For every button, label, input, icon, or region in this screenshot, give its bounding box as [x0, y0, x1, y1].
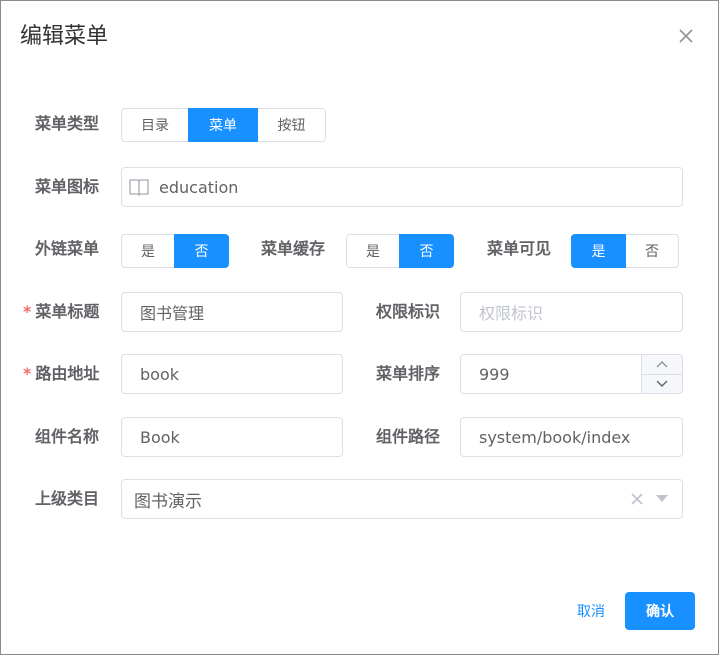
menu-title-input[interactable]: 图书管理 — [121, 292, 343, 332]
external-link-label: 外链菜单 — [35, 239, 100, 258]
required-mark: * — [23, 364, 32, 383]
dialog-title: 编辑菜单 — [20, 24, 109, 49]
menu-cache-yes[interactable]: 是 — [346, 234, 400, 268]
sort-label: 菜单排序 — [376, 364, 441, 383]
menu-title-value: 图书管理 — [140, 304, 205, 323]
confirm-button[interactable]: 确认 — [625, 592, 695, 630]
menu-visible-yes[interactable]: 是 — [571, 234, 626, 268]
menu-icon-input[interactable]: education — [121, 167, 683, 207]
required-mark: * — [23, 302, 32, 321]
component-path-value: system/book/index — [479, 427, 631, 447]
close-icon[interactable] — [673, 23, 699, 49]
permission-label: 权限标识 — [376, 302, 441, 321]
menu-title-label: * 菜单标题 — [23, 302, 100, 321]
caret-down-icon[interactable] — [656, 495, 668, 503]
component-name-input[interactable]: Book — [121, 417, 343, 457]
chevron-up-icon — [656, 361, 668, 368]
sort-stepper — [641, 355, 682, 393]
book-icon — [128, 177, 150, 197]
menu-type-option-directory[interactable]: 目录 — [121, 108, 189, 142]
route-path-label: * 路由地址 — [23, 364, 100, 383]
component-name-label: 组件名称 — [35, 427, 100, 446]
route-path-input[interactable]: book — [121, 354, 343, 394]
menu-visible-label: 菜单可见 — [487, 239, 552, 258]
external-link-toggle: 是 否 — [121, 234, 229, 268]
menu-icon-value: education — [159, 177, 239, 197]
menu-icon-label: 菜单图标 — [35, 177, 100, 196]
parent-tree-select[interactable]: 图书演示 — [121, 479, 683, 519]
decrease-button[interactable] — [642, 373, 682, 394]
permission-input[interactable]: 权限标识 — [460, 292, 683, 332]
menu-visible-no[interactable]: 否 — [625, 234, 679, 268]
menu-type-label: 菜单类型 — [35, 114, 100, 133]
menu-type-option-button[interactable]: 按钮 — [257, 108, 326, 142]
component-path-label: 组件路径 — [376, 427, 441, 446]
increase-button[interactable] — [642, 355, 682, 374]
component-path-input[interactable]: system/book/index — [460, 417, 683, 457]
parent-label: 上级类目 — [35, 489, 100, 508]
edit-menu-dialog: 编辑菜单 菜单类型 目录 菜单 按钮 菜单图标 education 外链菜单 是… — [0, 0, 719, 655]
parent-value: 图书演示 — [134, 491, 202, 512]
route-path-value: book — [140, 364, 179, 384]
cancel-button[interactable]: 取消 — [563, 593, 619, 629]
clear-icon[interactable] — [630, 492, 644, 506]
menu-cache-no[interactable]: 否 — [399, 234, 454, 268]
menu-type-option-menu[interactable]: 菜单 — [188, 108, 258, 142]
chevron-down-icon — [656, 380, 668, 387]
permission-placeholder: 权限标识 — [479, 304, 544, 323]
menu-type-segmented: 目录 菜单 按钮 — [121, 108, 326, 142]
sort-number-input[interactable]: 999 — [460, 354, 683, 394]
sort-value: 999 — [479, 364, 510, 384]
menu-cache-label: 菜单缓存 — [261, 239, 326, 258]
menu-cache-toggle: 是 否 — [346, 234, 454, 268]
external-link-yes[interactable]: 是 — [121, 234, 175, 268]
external-link-no[interactable]: 否 — [174, 234, 229, 268]
component-name-value: Book — [140, 427, 180, 447]
menu-visible-toggle: 是 否 — [571, 234, 679, 268]
